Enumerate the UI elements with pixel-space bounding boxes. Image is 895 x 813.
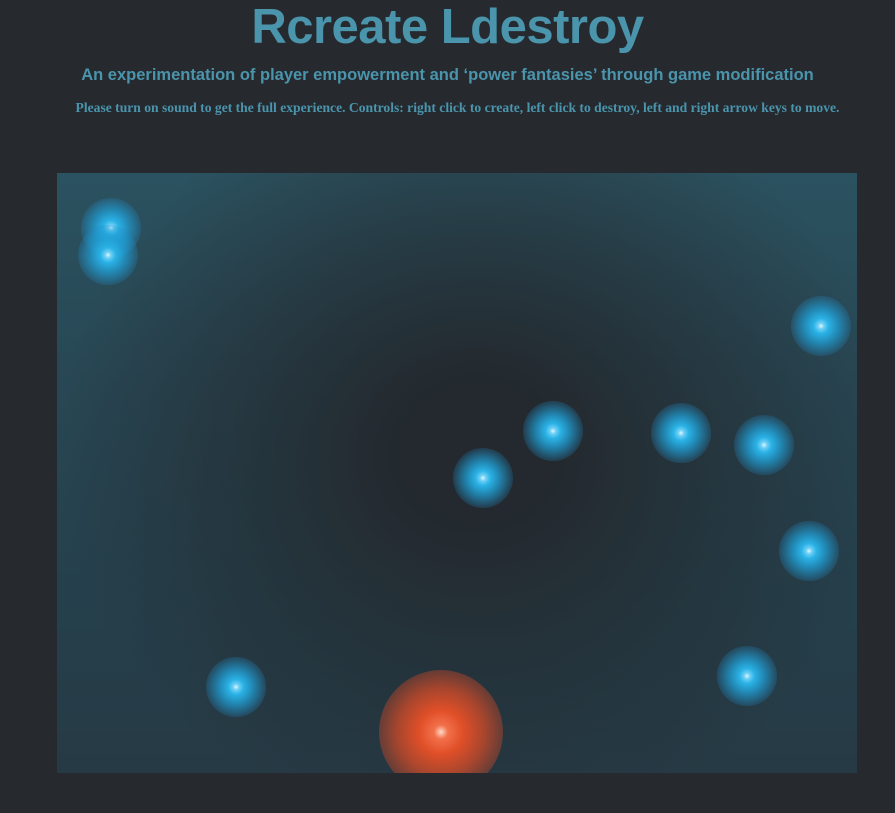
blue-orb[interactable] bbox=[791, 296, 851, 356]
blue-orb[interactable] bbox=[717, 646, 777, 706]
blue-orb[interactable] bbox=[523, 401, 583, 461]
blue-orb[interactable] bbox=[453, 448, 513, 508]
blue-orb[interactable] bbox=[651, 403, 711, 463]
blue-orb[interactable] bbox=[734, 415, 794, 475]
blue-orb[interactable] bbox=[78, 225, 138, 285]
blue-orb[interactable] bbox=[779, 521, 839, 581]
page-subtitle: An experimentation of player empowerment… bbox=[81, 66, 814, 84]
blue-orb[interactable] bbox=[206, 657, 266, 717]
instructions-text: Please turn on sound to get the full exp… bbox=[75, 100, 840, 115]
game-canvas[interactable] bbox=[57, 173, 857, 773]
page-title: Rcreate Ldestroy bbox=[251, 0, 644, 54]
red-player-orb[interactable] bbox=[379, 670, 503, 773]
